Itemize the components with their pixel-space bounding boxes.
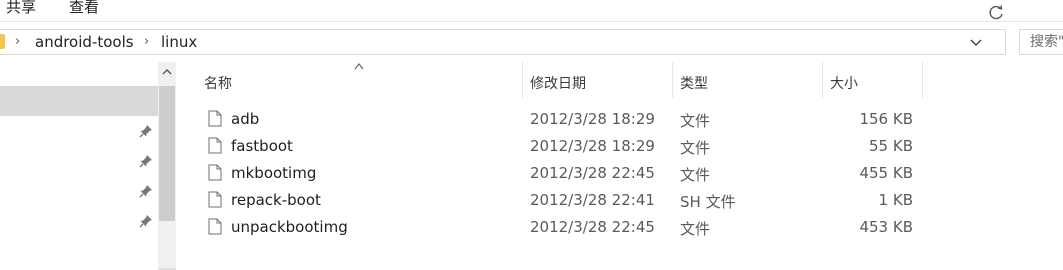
chevron-right-icon[interactable]: › xyxy=(15,34,20,49)
address-bar[interactable]: › android-tools › linux xyxy=(0,29,1006,55)
pin-icon[interactable] xyxy=(139,184,153,198)
pin-icon[interactable] xyxy=(139,214,153,228)
column-divider[interactable] xyxy=(672,62,673,98)
file-date: 2012/3/28 22:45 xyxy=(530,164,655,182)
file-type: 文件 xyxy=(680,166,711,184)
column-divider[interactable] xyxy=(522,62,523,98)
file-icon xyxy=(208,164,222,181)
sort-up-icon xyxy=(354,63,364,70)
file-name: unpackbootimg xyxy=(231,218,348,236)
file-row[interactable]: adb 2012/3/28 18:29 文件 156 KB xyxy=(176,106,936,133)
file-icon xyxy=(208,110,222,127)
column-divider[interactable] xyxy=(822,62,823,98)
column-header: 名称 修改日期 类型 大小 xyxy=(176,62,1063,100)
file-name: repack-boot xyxy=(231,191,321,209)
file-date: 2012/3/28 22:41 xyxy=(530,191,655,209)
file-size: 453 KB xyxy=(859,218,913,236)
file-row[interactable]: fastboot 2012/3/28 18:29 文件 55 KB xyxy=(176,133,936,160)
navigation-pane xyxy=(0,62,158,270)
refresh-icon[interactable] xyxy=(988,4,1005,21)
column-type[interactable]: 类型 xyxy=(680,73,708,93)
file-size: 455 KB xyxy=(859,164,913,182)
file-row[interactable]: mkbootimg 2012/3/28 22:45 文件 455 KB xyxy=(176,160,936,187)
file-size: 55 KB xyxy=(869,137,913,155)
file-date: 2012/3/28 18:29 xyxy=(530,137,655,155)
file-row[interactable]: unpackbootimg 2012/3/28 22:45 文件 453 KB xyxy=(176,214,936,241)
file-type: 文件 xyxy=(680,112,711,130)
nav-scrollbar[interactable] xyxy=(158,62,176,270)
search-box[interactable] xyxy=(1019,29,1063,55)
file-type: 文件 xyxy=(680,139,711,157)
file-date: 2012/3/28 18:29 xyxy=(530,110,655,128)
chevron-down-icon[interactable] xyxy=(968,34,984,50)
file-size: 1 KB xyxy=(878,191,913,209)
ribbon-tabs: 共享 查看 xyxy=(0,0,1063,22)
scroll-up-icon[interactable] xyxy=(162,68,172,76)
tab-view[interactable]: 查看 xyxy=(69,0,99,17)
folder-icon xyxy=(0,34,5,49)
file-name: mkbootimg xyxy=(231,164,317,182)
breadcrumb-linux[interactable]: linux xyxy=(161,33,197,51)
pin-icon[interactable] xyxy=(139,154,153,168)
column-date[interactable]: 修改日期 xyxy=(530,73,586,93)
column-divider[interactable] xyxy=(922,62,923,98)
chevron-right-icon[interactable]: › xyxy=(144,34,149,49)
file-size: 156 KB xyxy=(859,110,913,128)
nav-item-selected[interactable] xyxy=(0,86,158,116)
file-row[interactable]: repack-boot 2012/3/28 22:41 SH 文件 1 KB xyxy=(176,187,936,214)
scroll-thumb[interactable] xyxy=(159,86,175,221)
file-type: 文件 xyxy=(680,220,711,238)
file-date: 2012/3/28 22:45 xyxy=(530,218,655,236)
file-icon xyxy=(208,218,222,235)
file-name: fastboot xyxy=(231,137,293,155)
search-input[interactable] xyxy=(1020,30,1063,54)
file-icon xyxy=(208,191,222,208)
column-name[interactable]: 名称 xyxy=(204,73,232,93)
pin-icon[interactable] xyxy=(139,124,153,138)
file-type: SH 文件 xyxy=(680,193,736,211)
file-icon xyxy=(208,137,222,154)
column-size[interactable]: 大小 xyxy=(830,73,858,93)
file-name: adb xyxy=(231,110,260,128)
tab-share[interactable]: 共享 xyxy=(6,0,36,17)
breadcrumb-android-tools[interactable]: android-tools xyxy=(35,33,134,51)
